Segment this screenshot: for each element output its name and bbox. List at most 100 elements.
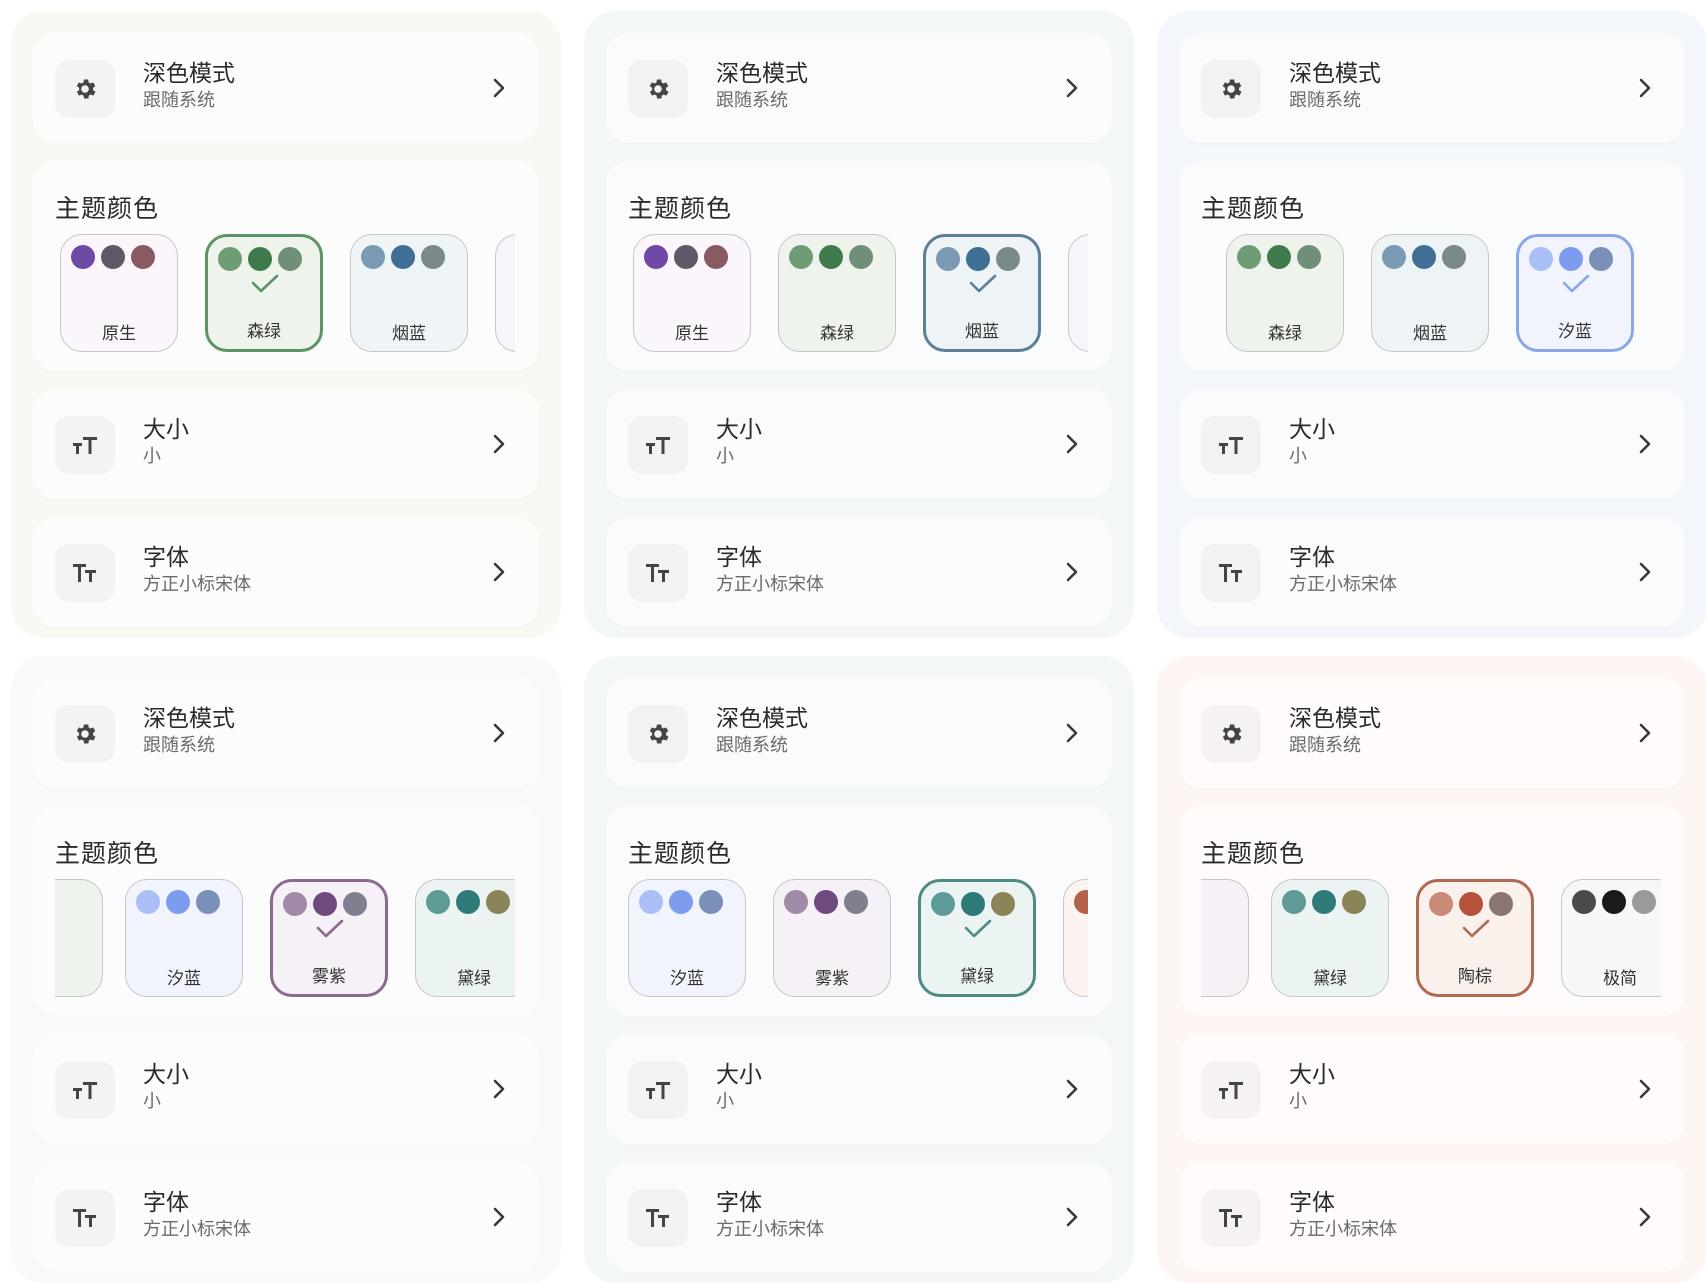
font-row-texts: 字体 方正小标宋体 [143,1188,251,1242]
gear-icon [1201,705,1261,763]
color-dot [1237,245,1261,269]
theme-swatch[interactable]: 烟蓝 [1371,234,1489,352]
color-dot [784,890,808,914]
color-dot [699,890,723,914]
font-row-title: 字体 [1289,545,1335,571]
size-row[interactable]: 大小小 [606,1034,1112,1144]
dark-mode-row-title: 深色模式 [1289,706,1381,732]
theme-swatch[interactable]: 森绿 [1226,234,1344,352]
theme-swatch-list[interactable]: 汐蓝 雾紫 黛绿 [628,879,1088,1005]
chevron-right-icon [1633,560,1657,584]
size-row-title: 大小 [143,1062,189,1088]
dark-mode-row[interactable]: 深色模式 跟随系统 [606,33,1112,143]
dark-mode-row[interactable]: 深色模式 跟随系统 [1179,678,1685,788]
check-icon [1461,918,1491,944]
theme-swatch[interactable]: 雾紫 [270,879,388,997]
text-size-icon [1201,1061,1261,1119]
theme-color-card: 主题颜色森绿 烟蓝 汐蓝 [1179,161,1685,371]
size-row[interactable]: 大小小 [33,389,539,499]
theme-swatch[interactable] [495,234,515,352]
swatch-color-dots [1382,245,1466,269]
font-row-title: 字体 [143,545,189,571]
swatch-color-dots [784,890,868,914]
size-row[interactable]: 大小小 [1179,389,1685,499]
dark-mode-row-texts: 深色模式 跟随系统 [143,704,235,758]
color-dot [486,890,510,914]
gear-icon [55,60,115,118]
theme-swatch[interactable]: 雾紫 [773,879,891,997]
chevron-right-icon [1633,1077,1657,1101]
font-row-title: 字体 [1289,1190,1335,1216]
theme-color-card: 主题颜色 汐蓝 雾紫 黛绿 [33,806,539,1016]
theme-swatch[interactable]: 森绿 [778,234,896,352]
theme-swatch-list[interactable]: 原生 森绿 烟蓝 [628,234,1088,360]
font-row[interactable]: 字体 方正小标宋体 [606,517,1112,627]
theme-swatch[interactable]: 森绿 [205,234,323,352]
theme-color-card: 主题颜色 汐蓝 雾紫 黛绿 [606,806,1112,1016]
theme-swatch[interactable]: 烟蓝 [350,234,468,352]
color-dot [456,890,480,914]
color-dot [196,890,220,914]
swatch-label: 原生 [675,324,709,344]
color-dot [166,890,190,914]
font-row[interactable]: 字体 方正小标宋体 [33,517,539,627]
size-row-value: 小 [143,446,161,467]
dark-mode-row[interactable]: 深色模式 跟随系统 [33,678,539,788]
color-dot [1529,247,1553,271]
font-row-texts: 字体 方正小标宋体 [1289,543,1397,597]
color-dot [639,890,663,914]
theme-swatch[interactable]: 原生 [60,234,178,352]
theme-swatch[interactable]: 汐蓝 [125,879,243,997]
chevron-right-icon [1633,432,1657,456]
theme-swatch[interactable]: 黛绿 [1271,879,1389,997]
size-row[interactable]: 大小小 [33,1034,539,1144]
font-icon [55,544,115,602]
color-dot [1602,890,1626,914]
color-dot [849,245,873,269]
gear-icon [628,705,688,763]
theme-swatch[interactable] [1201,879,1249,997]
check-icon [250,273,280,299]
theme-swatch[interactable]: 陶棕 [1416,879,1534,997]
theme-color-title: 主题颜色 [1201,839,1306,868]
chevron-right-icon [1060,721,1084,745]
swatch-color-dots [1529,247,1613,271]
chevron-right-icon [1060,76,1084,100]
dark-mode-row-value: 跟随系统 [716,735,788,756]
theme-swatch[interactable] [1068,234,1088,352]
font-row[interactable]: 字体 方正小标宋体 [1179,1162,1685,1272]
font-row[interactable]: 字体 方正小标宋体 [33,1162,539,1272]
font-row-texts: 字体 方正小标宋体 [716,1188,824,1242]
swatch-color-dots [136,890,220,914]
size-row[interactable]: 大小小 [606,389,1112,499]
font-row-title: 字体 [143,1190,189,1216]
theme-color-title: 主题颜色 [1201,194,1306,223]
size-row[interactable]: 大小小 [1179,1034,1685,1144]
theme-swatch-list[interactable]: 黛绿 陶棕 极简 [1201,879,1661,1005]
color-dot [1074,890,1088,914]
theme-swatch[interactable]: 原生 [633,234,751,352]
dark-mode-row[interactable]: 深色模式 跟随系统 [33,33,539,143]
theme-swatch-list[interactable]: 原生 森绿 烟蓝 [55,234,515,360]
theme-swatch[interactable]: 黛绿 [415,879,515,997]
font-icon [1201,1189,1261,1247]
theme-color-card: 主题颜色黛绿 陶棕 极简 [1179,806,1685,1016]
theme-swatch[interactable]: 极简 [1561,879,1661,997]
gear-icon [1201,60,1261,118]
theme-swatch[interactable] [55,879,103,997]
dark-mode-row-texts: 深色模式 跟随系统 [716,704,808,758]
theme-swatch[interactable]: 汐蓝 [1516,234,1634,352]
font-row[interactable]: 字体 方正小标宋体 [606,1162,1112,1272]
theme-swatch[interactable]: 烟蓝 [923,234,1041,352]
settings-panel: 深色模式 跟随系统主题颜色森绿 烟蓝 汐蓝大小小字体 方正小标宋体 [1157,11,1706,638]
color-dot [278,247,302,271]
theme-swatch[interactable]: 黛绿 [918,879,1036,997]
dark-mode-row[interactable]: 深色模式 跟随系统 [1179,33,1685,143]
dark-mode-row-title: 深色模式 [716,61,808,87]
theme-swatch[interactable]: 汐蓝 [628,879,746,997]
theme-swatch-list[interactable]: 汐蓝 雾紫 黛绿 [55,879,515,1005]
theme-swatch-list[interactable]: 森绿 烟蓝 汐蓝 [1201,234,1661,360]
theme-swatch[interactable] [1063,879,1088,997]
dark-mode-row[interactable]: 深色模式 跟随系统 [606,678,1112,788]
font-row[interactable]: 字体 方正小标宋体 [1179,517,1685,627]
